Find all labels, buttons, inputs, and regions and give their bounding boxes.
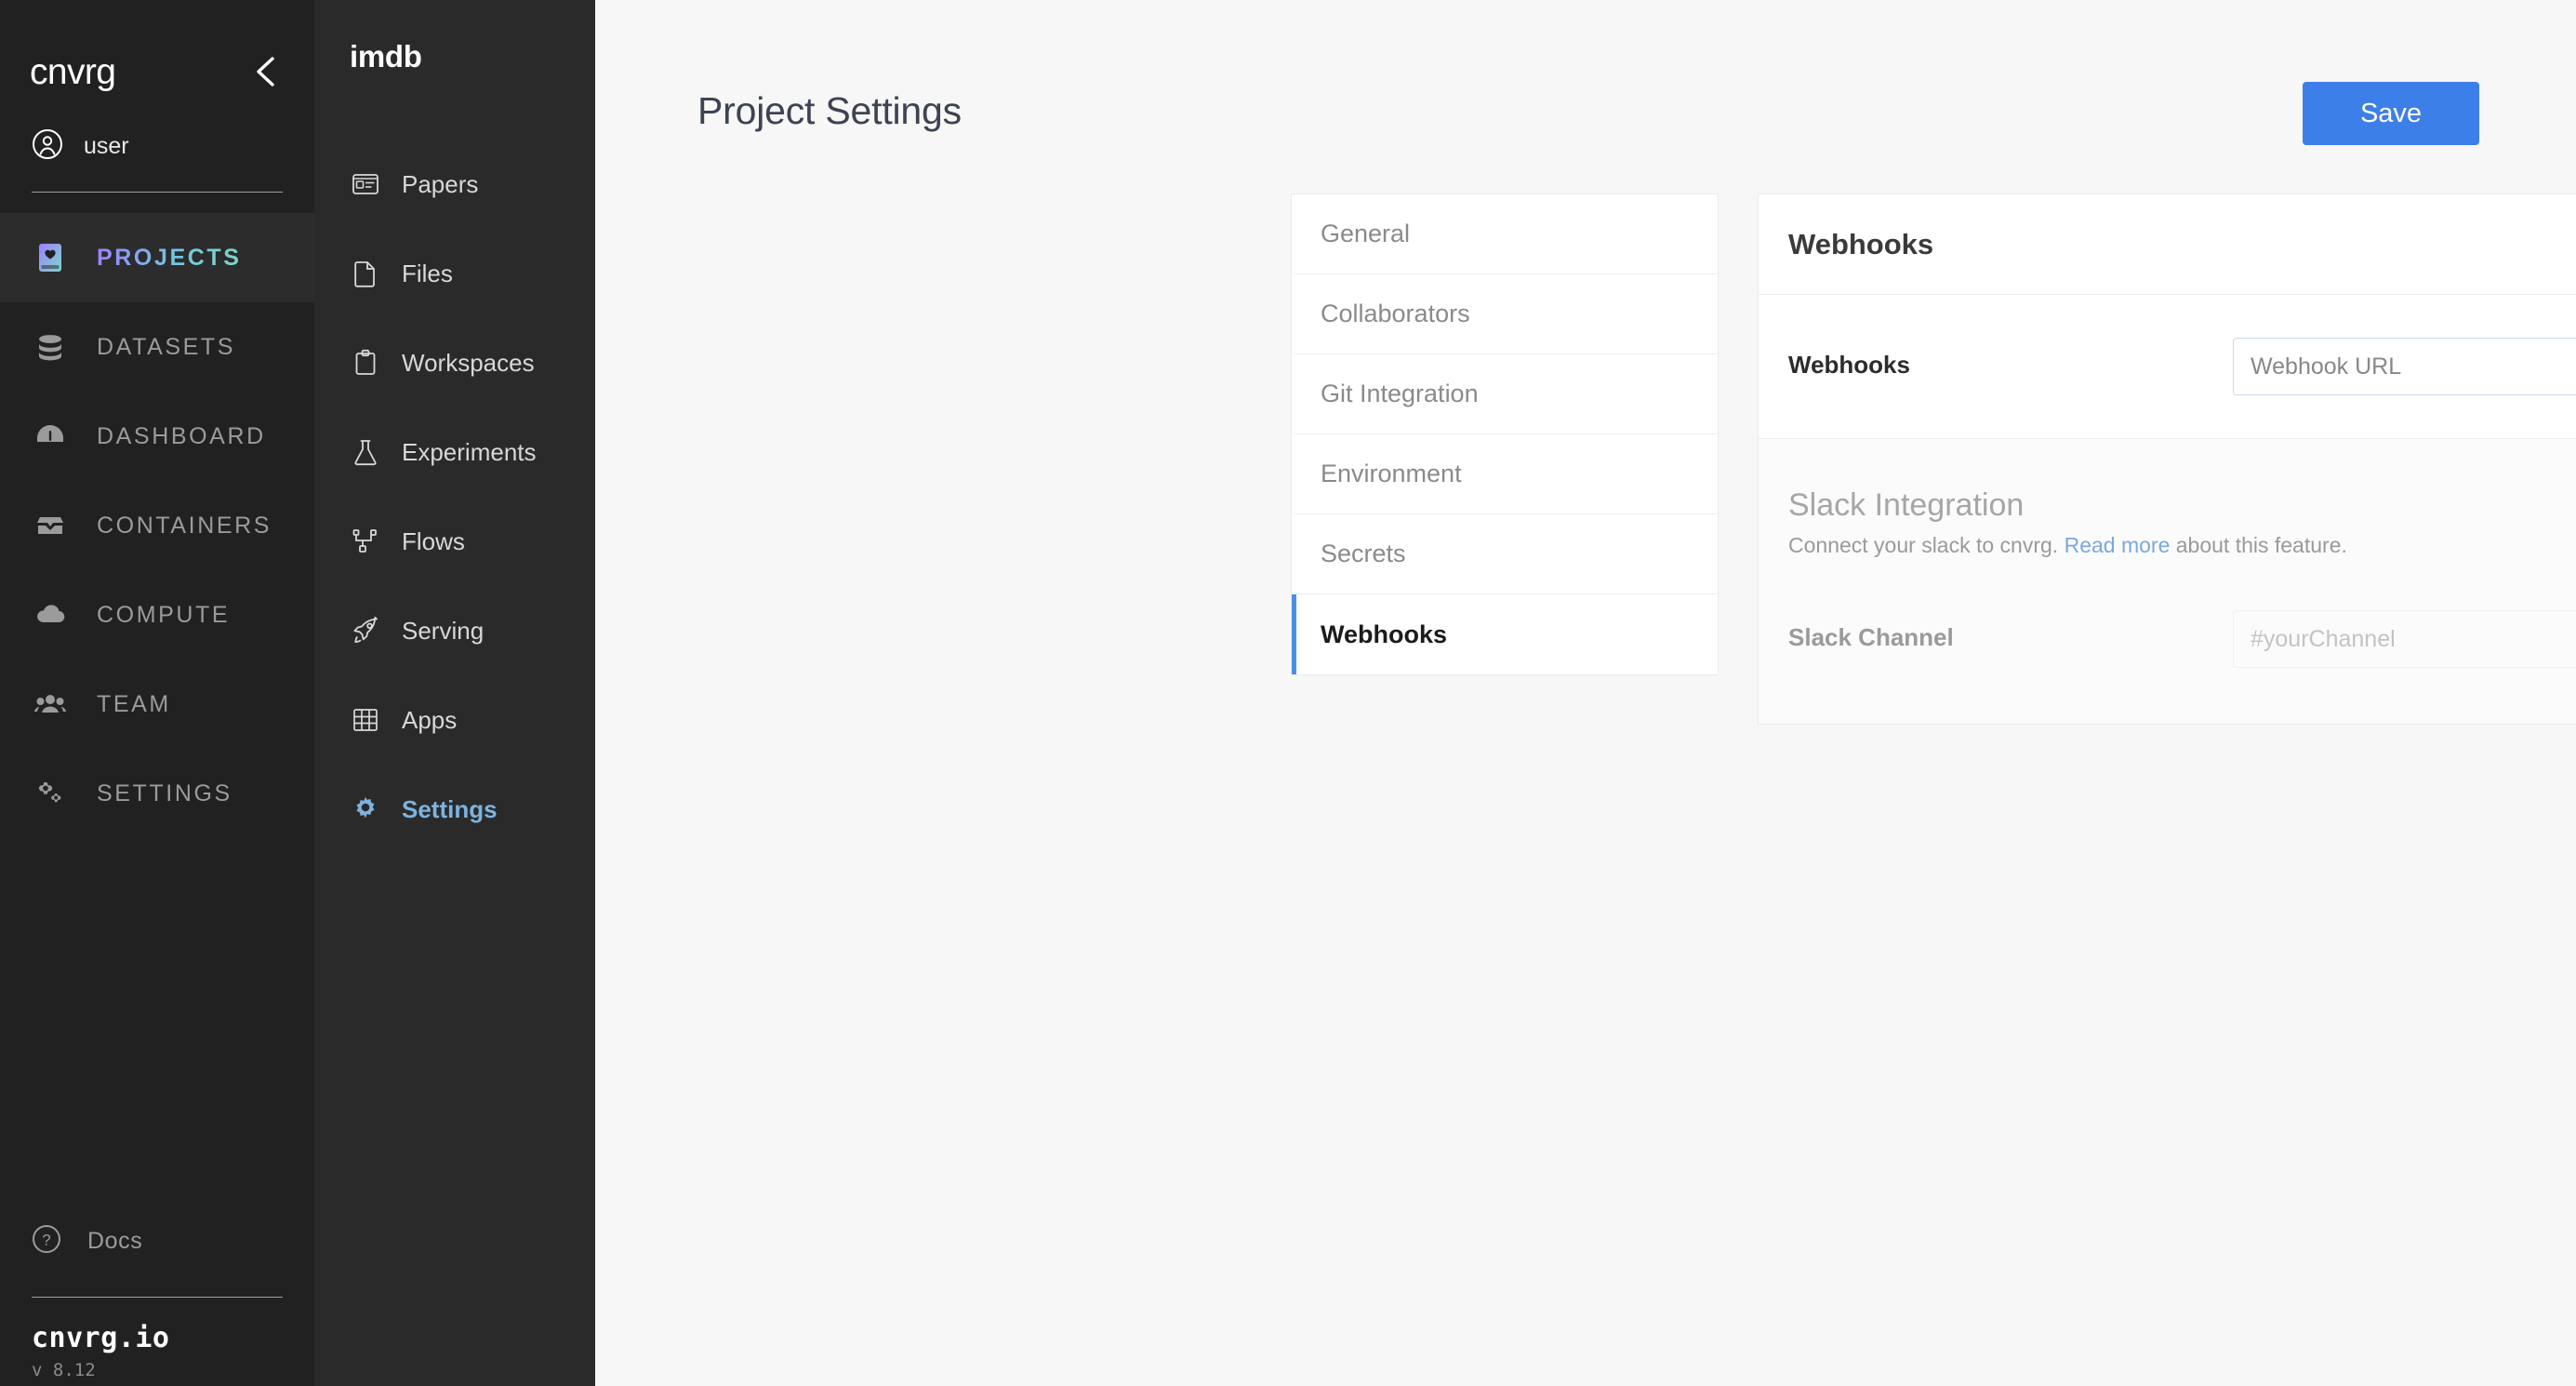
project-item-label: Apps: [402, 705, 458, 734]
flow-graph-icon: [350, 526, 381, 557]
primary-nav-list: PROJECTS DATASETS DASHBOARD CONTAINERS C…: [0, 213, 314, 838]
project-item-label: Flows: [402, 526, 465, 555]
slack-desc-before: Connect your slack to cnvrg.: [1788, 533, 2065, 557]
webhook-url-input[interactable]: [2233, 338, 2576, 395]
project-item-papers[interactable]: Papers: [314, 140, 595, 229]
project-name: imdb: [350, 39, 422, 73]
brand-row: cnvrg: [0, 35, 314, 108]
project-item-serving[interactable]: Serving: [314, 586, 595, 675]
webhooks-field-row: Webhooks: [1759, 295, 2576, 438]
project-item-experiments[interactable]: Experiments: [314, 407, 595, 497]
site-url[interactable]: cnvrg.io: [0, 1298, 314, 1354]
settings-tab-collaborators[interactable]: Collaborators: [1292, 274, 1718, 354]
slack-channel-row: Slack Channel: [1759, 558, 2576, 724]
slack-desc-after: about this feature.: [2170, 533, 2347, 557]
sidebar-divider: [32, 192, 283, 193]
article-icon: [350, 168, 381, 200]
sidebar-item-datasets[interactable]: DATASETS: [0, 302, 314, 392]
save-button[interactable]: Save: [2303, 82, 2479, 145]
page-header: Project Settings Save: [595, 0, 2576, 145]
settings-tab-general[interactable]: General: [1292, 194, 1718, 274]
question-circle-icon: ?: [32, 1224, 61, 1259]
gauge-icon: [32, 418, 69, 455]
svg-text:?: ?: [42, 1231, 50, 1248]
sidebar-item-label: DASHBOARD: [97, 422, 266, 449]
user-row[interactable]: user: [0, 121, 314, 171]
database-icon: [32, 328, 69, 366]
docs-label: Docs: [87, 1227, 143, 1254]
project-item-label: Workspaces: [402, 348, 535, 377]
sidebar-item-dashboard[interactable]: DASHBOARD: [0, 392, 314, 481]
settings-section-menu: General Collaborators Git Integration En…: [1291, 193, 1719, 675]
sidebar-item-label: CONTAINERS: [97, 512, 272, 539]
slack-integration-block: Slack Integration Connect your slack to …: [1759, 438, 2576, 558]
project-item-label: Serving: [402, 616, 485, 645]
chevron-left-icon[interactable]: [247, 53, 285, 90]
webhooks-field-label: Webhooks: [1788, 351, 1910, 379]
sidebar-footer: ? Docs cnvrg.io v 8.12: [0, 1213, 314, 1386]
project-item-flows[interactable]: Flows: [314, 497, 595, 586]
sidebar-item-docs[interactable]: ? Docs: [0, 1213, 314, 1269]
people-icon: [32, 686, 69, 723]
app-version: v 8.12: [32, 1360, 96, 1380]
project-item-workspaces[interactable]: Workspaces: [314, 318, 595, 407]
slack-integration-description: Connect your slack to cnvrg. Read more a…: [1788, 533, 2347, 558]
read-more-link[interactable]: Read more: [2065, 533, 2171, 557]
primary-sidebar: cnvrg user PROJECTS DATASETS DASHBOARD C…: [0, 0, 314, 1386]
project-item-label: Settings: [402, 794, 498, 823]
rocket-icon: [350, 615, 381, 646]
open-box-icon: [32, 507, 69, 544]
settings-tab-secrets[interactable]: Secrets: [1292, 514, 1718, 594]
gears-icon: [32, 775, 69, 812]
grid-icon: [350, 704, 381, 736]
project-sidebar: imdb Papers Files Workspaces Experiments…: [314, 0, 595, 1386]
clipboard-icon: [350, 347, 381, 379]
settings-tab-environment[interactable]: Environment: [1292, 434, 1718, 514]
slack-channel-label: Slack Channel: [1788, 623, 1954, 651]
sidebar-item-label: COMPUTE: [97, 601, 231, 628]
flask-icon: [350, 436, 381, 468]
sidebar-item-label: PROJECTS: [97, 244, 242, 271]
user-circle-icon: [32, 128, 63, 165]
project-item-settings[interactable]: Settings: [314, 765, 595, 854]
project-nav-list: Papers Files Workspaces Experiments Flow…: [314, 140, 595, 854]
project-item-files[interactable]: Files: [314, 229, 595, 318]
sidebar-item-compute[interactable]: COMPUTE: [0, 570, 314, 660]
project-item-apps[interactable]: Apps: [314, 675, 595, 765]
panel-heading: Webhooks: [1759, 194, 2576, 295]
slack-text-group: Slack Integration Connect your slack to …: [1788, 487, 2347, 558]
sidebar-item-projects[interactable]: PROJECTS: [0, 213, 314, 302]
app-root: cnvrg user PROJECTS DATASETS DASHBOARD C…: [0, 0, 2576, 1386]
sidebar-item-containers[interactable]: CONTAINERS: [0, 481, 314, 570]
settings-tab-webhooks[interactable]: Webhooks: [1292, 594, 1718, 674]
sidebar-item-settings[interactable]: SETTINGS: [0, 749, 314, 838]
brand-logo: cnvrg: [30, 51, 116, 92]
gear-icon: [350, 793, 381, 825]
slack-integration-title: Slack Integration: [1788, 487, 2025, 523]
cloud-icon: [32, 596, 69, 633]
page-title: Project Settings: [697, 89, 962, 132]
project-item-label: Papers: [402, 169, 479, 198]
book-heart-icon: [32, 239, 69, 276]
sidebar-item-team[interactable]: TEAM: [0, 660, 314, 749]
settings-tab-git-integration[interactable]: Git Integration: [1292, 354, 1718, 434]
project-item-label: Experiments: [402, 437, 537, 466]
file-icon: [350, 258, 381, 289]
main-content: Project Settings Save General Collaborat…: [595, 0, 2576, 1386]
sidebar-item-label: DATASETS: [97, 333, 236, 360]
sidebar-item-label: SETTINGS: [97, 780, 232, 806]
project-item-label: Files: [402, 259, 453, 287]
webhooks-panel: Webhooks Webhooks Slack Integration Conn…: [1758, 193, 2576, 725]
sidebar-item-label: TEAM: [97, 690, 171, 717]
slack-channel-input[interactable]: [2233, 610, 2576, 668]
user-name: user: [84, 132, 129, 159]
